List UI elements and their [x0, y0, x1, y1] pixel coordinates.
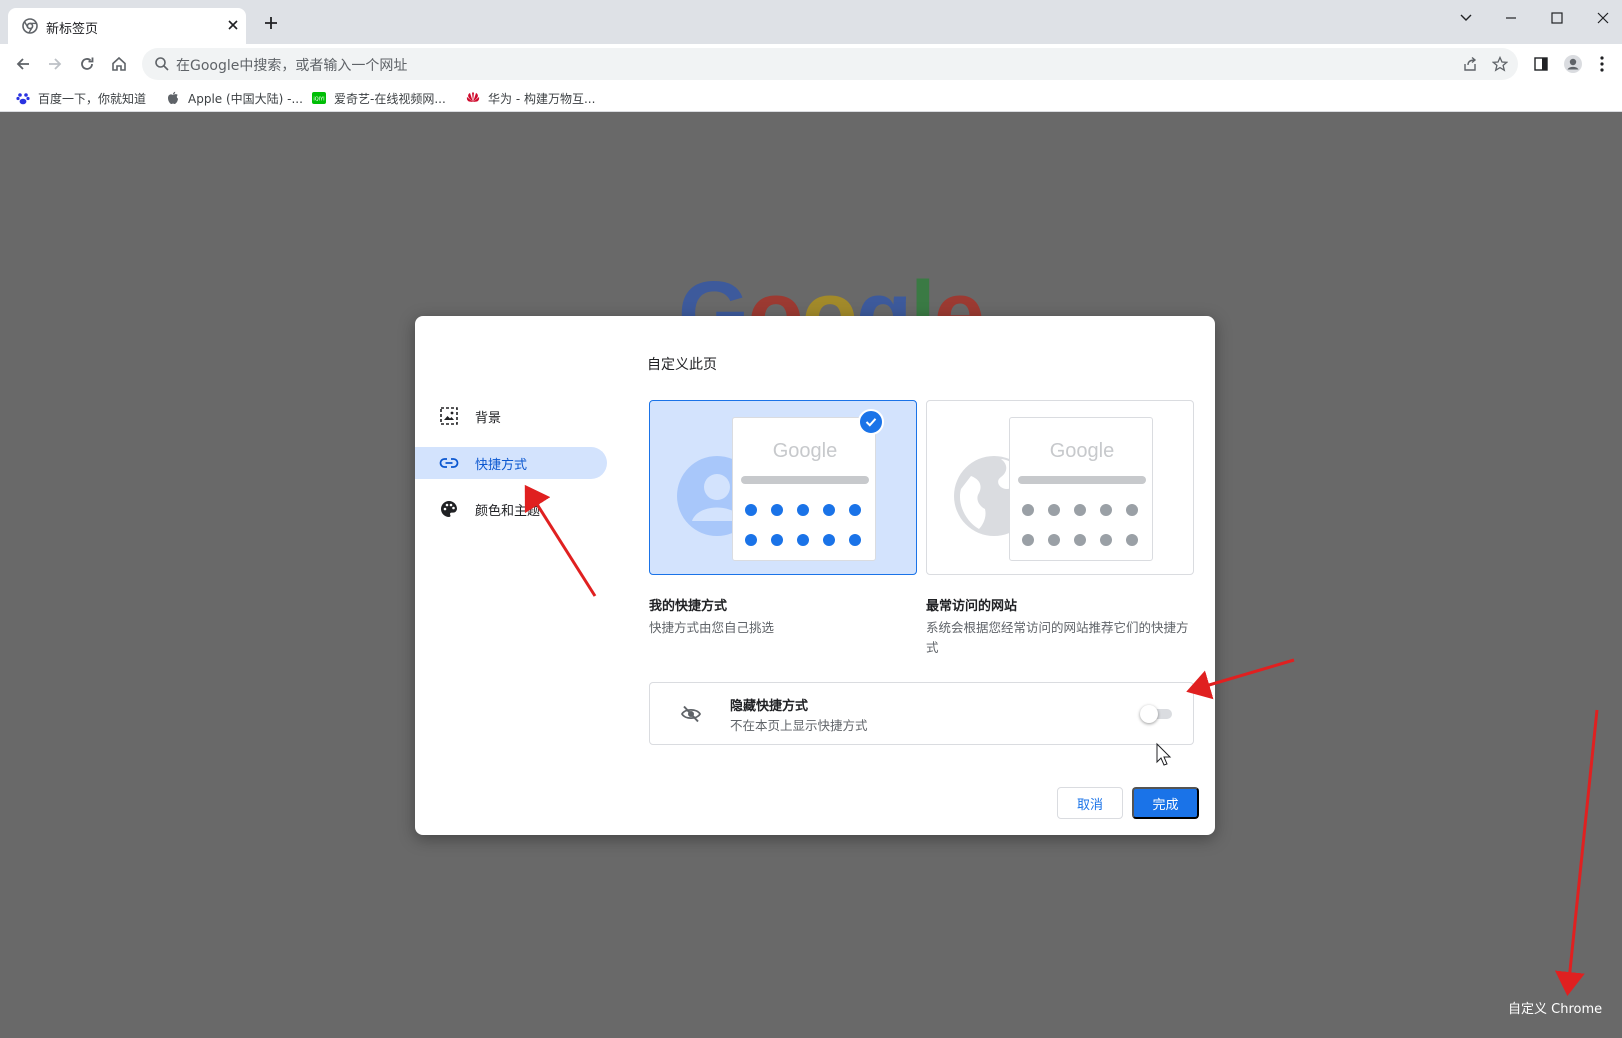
- close-window-icon[interactable]: [1591, 6, 1615, 30]
- shortcut-dot: [797, 504, 809, 516]
- selected-check-icon: [858, 409, 884, 435]
- toolbar: 在Google中搜索，或者输入一个网址: [0, 44, 1622, 84]
- shortcut-dot: [797, 534, 809, 546]
- shortcut-dot: [745, 504, 757, 516]
- hide-shortcuts-toggle[interactable]: [1140, 705, 1172, 723]
- shortcut-dot: [1048, 504, 1060, 516]
- hide-shortcuts-description: 不在本页上显示快捷方式: [730, 718, 868, 733]
- customize-dialog: 自定义此页 背景 快捷方式 颜色和主题 Google 我的快捷方式 快捷方式由您…: [415, 316, 1215, 835]
- forward-arrow-icon[interactable]: [42, 51, 68, 77]
- shortcut-dot: [1074, 504, 1086, 516]
- done-button[interactable]: 完成: [1132, 787, 1199, 819]
- hide-shortcuts-title: 隐藏快捷方式: [730, 699, 809, 714]
- shortcut-dot: [849, 504, 861, 516]
- shortcut-dot: [745, 534, 757, 546]
- bookmark-label: 华为 - 构建万物互...: [488, 91, 596, 106]
- shortcut-dot: [1048, 534, 1060, 546]
- bookmark-item[interactable]: 华为 - 构建万物互...: [466, 89, 595, 107]
- sidebar-item-label: 颜色和主题: [475, 504, 541, 519]
- new-tab-plus-icon[interactable]: [262, 14, 280, 32]
- mini-search-bar: [741, 476, 869, 484]
- dialog-title: 自定义此页: [647, 357, 717, 373]
- option-title: 最常访问的网站: [926, 599, 1018, 614]
- mini-google-logo: Google: [1049, 440, 1115, 462]
- search-icon: [155, 57, 169, 71]
- maximize-icon[interactable]: [1545, 6, 1569, 30]
- minimize-icon[interactable]: [1499, 6, 1523, 30]
- sidebar-item-shortcuts[interactable]: 快捷方式: [415, 447, 607, 479]
- iqiyi-icon: iQIYI: [312, 92, 326, 104]
- option-description: 快捷方式由您自己挑选: [649, 620, 775, 635]
- shortcut-dot: [823, 534, 835, 546]
- shortcut-dot: [1074, 534, 1086, 546]
- menu-kebab-icon[interactable]: [1592, 51, 1612, 77]
- bookmark-item[interactable]: 百度一下，你就知道: [16, 89, 146, 107]
- bookmark-label: 百度一下，你就知道: [38, 91, 147, 106]
- shortcut-dot: [771, 504, 783, 516]
- bookmark-item[interactable]: iQIYI 爱奇艺-在线视频网...: [312, 89, 446, 107]
- back-arrow-icon[interactable]: [10, 51, 36, 77]
- shortcut-dot: [823, 504, 835, 516]
- omnibox-placeholder: 在Google中搜索，或者输入一个网址: [176, 58, 408, 74]
- shortcut-dot: [771, 534, 783, 546]
- mini-google-logo: Google: [772, 440, 838, 462]
- palette-icon: [441, 501, 457, 517]
- omnibox[interactable]: 在Google中搜索，或者输入一个网址: [142, 48, 1518, 80]
- baidu-icon: [16, 93, 30, 105]
- bookmark-item[interactable]: Apple (中国大陆) -...: [166, 89, 303, 107]
- tab-title: 新标签页: [46, 22, 99, 37]
- tab-new-tab[interactable]: 新标签页: [8, 8, 246, 44]
- sidebar-item-colors-themes[interactable]: 颜色和主题: [415, 493, 607, 525]
- close-tab-icon[interactable]: [224, 16, 242, 34]
- bookmarks-bar: 百度一下，你就知道 Apple (中国大陆) -... iQIYI 爱奇艺-在线…: [0, 84, 1622, 112]
- apple-icon: [168, 91, 178, 104]
- bookmark-star-icon[interactable]: [1490, 54, 1510, 74]
- side-panel-icon[interactable]: [1528, 51, 1554, 77]
- most-visited-option[interactable]: Google: [926, 400, 1194, 575]
- shortcut-dot: [1022, 504, 1034, 516]
- tab-search-chevron-icon[interactable]: [1454, 6, 1478, 30]
- cancel-button[interactable]: 取消: [1057, 787, 1123, 819]
- shortcut-dot: [1126, 504, 1138, 516]
- bookmark-label: 爱奇艺-在线视频网...: [334, 91, 446, 106]
- profile-avatar-icon[interactable]: [1560, 51, 1586, 77]
- sidebar-item-background[interactable]: 背景: [415, 400, 607, 432]
- customize-chrome-button[interactable]: 自定义 Chrome: [1508, 998, 1602, 1017]
- mini-ntp-preview: Google: [732, 417, 876, 561]
- shortcut-dot: [1022, 534, 1034, 546]
- shortcut-dot: [849, 534, 861, 546]
- sidebar-item-label: 背景: [475, 411, 502, 426]
- my-shortcuts-option[interactable]: Google: [649, 400, 917, 575]
- shortcut-dot: [1100, 534, 1112, 546]
- sidebar-item-label: 快捷方式: [475, 458, 528, 473]
- option-description: 系统会根据您经常访问的网站推荐它们的快捷方式: [926, 620, 1189, 655]
- toggle-knob: [1140, 705, 1158, 723]
- huawei-icon: [466, 92, 480, 102]
- option-title: 我的快捷方式: [649, 599, 728, 614]
- svg-text:iQIYI: iQIYI: [313, 97, 324, 103]
- bookmark-label: Apple (中国大陆) -...: [188, 91, 303, 106]
- mini-search-bar: [1018, 476, 1146, 484]
- shortcut-dot: [1126, 534, 1138, 546]
- background-image-icon: [440, 407, 458, 425]
- tab-strip: 新标签页: [0, 0, 1622, 44]
- reload-icon[interactable]: [74, 51, 100, 77]
- visibility-off-icon: [680, 705, 702, 723]
- chrome-icon: [22, 18, 38, 34]
- home-icon[interactable]: [106, 51, 132, 77]
- share-icon[interactable]: [1460, 54, 1480, 74]
- shortcut-dot: [1100, 504, 1112, 516]
- mini-ntp-preview: Google: [1009, 417, 1153, 561]
- hide-shortcuts-row[interactable]: 隐藏快捷方式 不在本页上显示快捷方式: [649, 682, 1194, 745]
- link-icon: [439, 458, 459, 468]
